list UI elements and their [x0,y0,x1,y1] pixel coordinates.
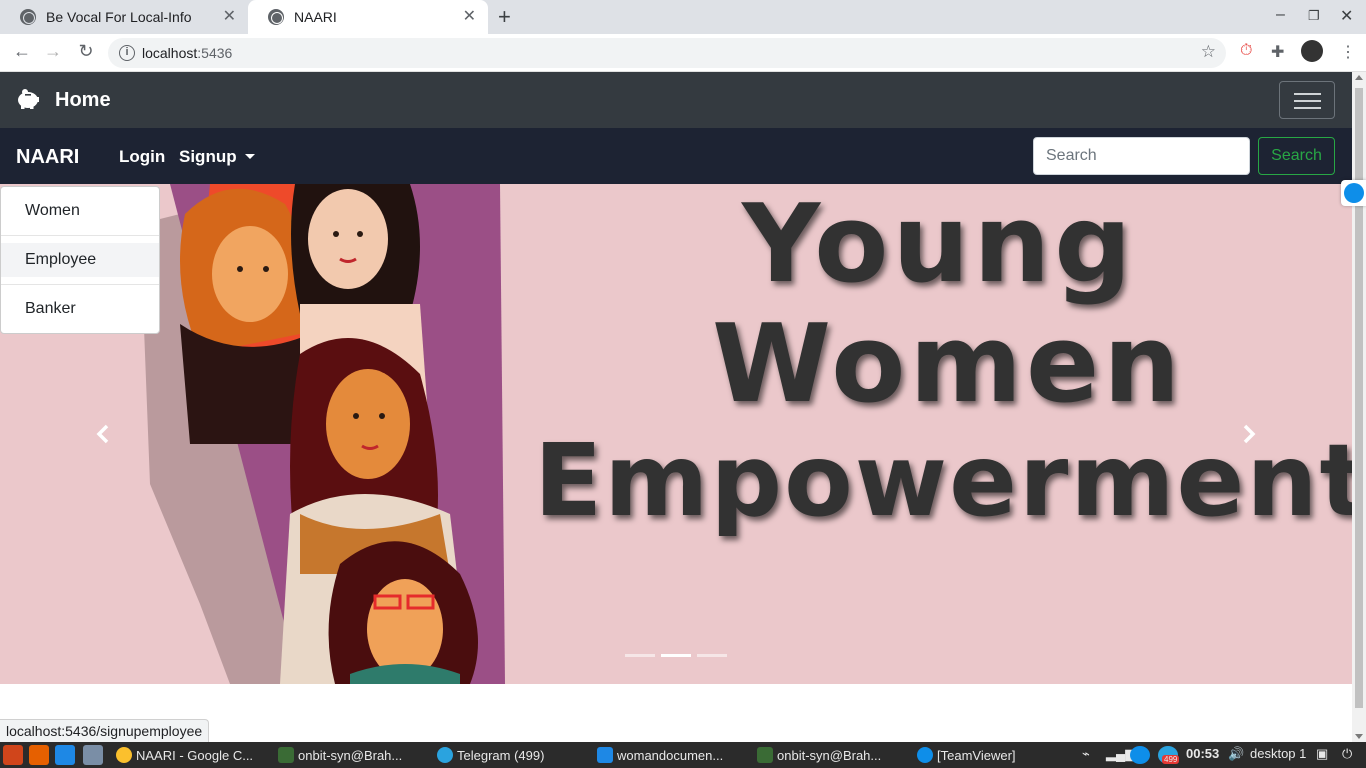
restore-icon[interactable]: ❐ [1308,8,1320,24]
link-status-bar: localhost:5436/signupemployee [0,719,210,742]
scroll-down-arrow-icon[interactable] [1355,734,1363,739]
address-bar[interactable]: i localhost:5436 ☆ [108,38,1226,68]
window-close-icon[interactable]: ✕ [1340,6,1353,26]
browser-tab-bar: Be Vocal For Local-Info ✕ NAARI ✕ + – ❐ … [0,0,1366,34]
signup-label: Signup [179,147,237,166]
taskbar-label: [TeamViewer] [937,747,1016,763]
telegram-badge: 499 [1162,755,1180,764]
teamviewer-tray-icon[interactable] [1130,746,1150,764]
taskbar-item-vscode[interactable]: womandocumen... [597,745,747,765]
carousel-indicator[interactable] [697,654,727,657]
dropdown-item-banker[interactable]: Banker [1,292,159,326]
terminal-icon [278,747,294,763]
hero-line-young: Young [742,184,1136,307]
extensions-puzzle-icon[interactable]: ✚ [1271,42,1284,62]
carousel-next-chevron-icon[interactable] [1230,414,1270,454]
os-taskbar: NAARI - Google C... onbit-syn@Brah... Te… [0,742,1366,768]
dropdown-divider [1,284,159,285]
taskbar-item-teamviewer[interactable]: [TeamViewer] [917,745,1067,765]
search-input[interactable] [1033,137,1250,175]
home-link[interactable]: Home [55,89,111,112]
usb-tray-icon[interactable]: ⌁ [1082,746,1090,762]
reload-icon[interactable]: ↻ [74,41,98,62]
brand-link[interactable]: NAARI [16,146,79,169]
taskbar-label: womandocumen... [617,747,724,763]
taskbar-item-telegram[interactable]: Telegram (499) [437,745,587,765]
carousel-indicator[interactable] [625,654,655,657]
close-icon[interactable]: ✕ [463,8,476,26]
close-icon[interactable]: ✕ [223,8,236,26]
browser-toolbar: ← → ↻ i localhost:5436 ☆ ⏱ ✚ ⋮ [0,34,1366,72]
globe-icon [268,9,284,25]
caret-down-icon [244,154,255,159]
telegram-icon [437,747,453,763]
piggy-bank-icon [18,89,39,109]
show-desktop-icon[interactable]: ▣ [1316,746,1328,762]
extension-timer-icon[interactable]: ⏱ [1240,42,1252,60]
vscode-icon [597,747,613,763]
page-scrollbar[interactable] [1352,72,1366,742]
teamviewer-side-tab[interactable] [1341,180,1366,206]
navbar-toggler-button[interactable] [1279,81,1335,119]
vscode-icon[interactable] [55,745,75,765]
firefox-icon[interactable] [29,745,49,765]
taskbar-item-terminal-2[interactable]: onbit-syn@Brah... [757,745,907,765]
scroll-up-arrow-icon[interactable] [1355,75,1363,80]
signup-dropdown-menu: Women Employee Banker [0,186,160,334]
new-tab-plus-icon[interactable]: + [498,4,511,30]
taskbar-label: onbit-syn@Brah... [777,747,882,763]
browser-tab-naari[interactable]: NAARI ✕ [248,0,488,34]
volume-icon[interactable]: 🔊 [1228,746,1244,762]
taskbar-item-chrome[interactable]: NAARI - Google C... [116,745,271,765]
file-manager-icon[interactable] [83,745,103,765]
tab-title: NAARI [294,9,337,25]
more-menu-icon[interactable]: ⋮ [1340,42,1356,62]
taskbar-item-terminal-1[interactable]: onbit-syn@Brah... [278,745,428,765]
chrome-icon [116,747,132,763]
hero-line-women: Women [712,302,1185,427]
app-launcher-icon[interactable] [3,745,23,765]
globe-icon [20,9,36,25]
secondary-navbar: NAARI Login Signup Search [0,128,1352,184]
search-button[interactable]: Search [1258,137,1335,175]
minimize-icon[interactable]: – [1276,6,1285,24]
carousel-indicator-active[interactable] [661,654,691,657]
profile-avatar[interactable] [1301,40,1323,62]
signup-dropdown-toggle[interactable]: Signup [179,147,255,167]
back-arrow-icon[interactable]: ← [10,41,34,62]
teamviewer-icon [917,747,933,763]
forward-arrow-icon[interactable]: → [41,41,65,62]
bookmark-star-icon[interactable]: ☆ [1201,42,1216,62]
taskbar-label: NAARI - Google C... [136,747,254,763]
login-link[interactable]: Login [119,147,165,167]
hero-carousel: Young Women Empowerment [0,184,1352,684]
page-viewport: Home NAARI Login Signup Search Search Yo… [0,72,1352,742]
desktop-label[interactable]: desktop 1 [1250,746,1306,761]
terminal-icon [757,747,773,763]
dropdown-item-employee[interactable]: Employee [1,243,159,277]
browser-tab-be-vocal[interactable]: Be Vocal For Local-Info ✕ [0,0,248,34]
site-info-icon[interactable]: i [119,45,135,61]
dropdown-item-women[interactable]: Women [1,194,159,228]
carousel-indicators [625,654,727,657]
power-icon[interactable]: ⏻ [1342,746,1352,762]
carousel-prev-chevron-icon[interactable] [82,414,122,454]
url-text: localhost:5436 [142,45,233,61]
taskbar-label: Telegram (499) [457,747,545,763]
taskbar-label: onbit-syn@Brah... [298,747,403,763]
top-navbar: Home [0,72,1352,128]
clock: 00:53 [1186,746,1220,761]
teamviewer-icon [1344,183,1364,203]
tab-title: Be Vocal For Local-Info [46,9,192,25]
dropdown-divider [1,235,159,236]
